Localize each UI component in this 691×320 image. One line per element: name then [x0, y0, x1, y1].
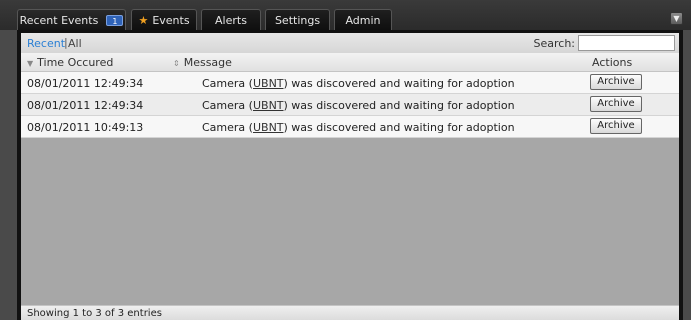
table-row: 08/01/2011 12:49:34 Camera (UBNT) was di… [21, 94, 679, 116]
archive-button[interactable]: Archive [590, 74, 642, 90]
device-link[interactable]: UBNT [253, 121, 284, 134]
filter-recent-link[interactable]: Recent [27, 37, 65, 50]
tab-label: Settings [274, 13, 321, 27]
sort-icon: ⇕ [173, 59, 180, 68]
events-panel: Recent | All Search: ▼ Time Occured ⇕ Mess… [17, 30, 683, 320]
tab-label: Recent Events [19, 13, 99, 27]
column-header-actions: Actions [592, 56, 633, 69]
count-badge: 1 [106, 14, 124, 26]
device-link[interactable]: UBNT [253, 99, 284, 112]
tab-recent-events[interactable]: Recent Events 1 [17, 9, 126, 30]
message-text: Camera ( [202, 99, 253, 112]
tab-label: Events [152, 13, 190, 27]
tab-label: Admin [345, 13, 381, 27]
message-text: Camera ( [202, 121, 253, 134]
message-cell: Camera (UBNT) was discovered and waiting… [202, 121, 515, 134]
table-footer: Showing 1 to 3 of 3 entries [21, 305, 679, 320]
filter-all-link[interactable]: All [68, 37, 82, 50]
entries-info: Showing 1 to 3 of 3 entries [27, 308, 162, 319]
archive-button[interactable]: Archive [590, 118, 642, 134]
time-cell: 08/01/2011 10:49:13 [27, 121, 144, 134]
message-cell: Camera (UBNT) was discovered and waiting… [202, 77, 515, 90]
message-text: Camera ( [202, 77, 253, 90]
time-cell: 08/01/2011 12:49:34 [27, 99, 144, 112]
star-icon: ★ [138, 13, 149, 27]
table-row: 08/01/2011 12:49:34 Camera (UBNT) was di… [21, 72, 679, 94]
tab-alerts[interactable]: Alerts [201, 9, 261, 30]
filter-bar: Recent | All Search: [21, 30, 679, 53]
message-text: ) was discovered and waiting for adoptio… [283, 77, 515, 90]
chevron-down-icon[interactable]: ▼ [670, 12, 683, 25]
table-header: ▼ Time Occured ⇕ Message Actions [21, 53, 679, 72]
message-cell: Camera (UBNT) was discovered and waiting… [202, 99, 515, 112]
archive-button[interactable]: Archive [590, 96, 642, 112]
tab-label: Alerts [215, 13, 247, 27]
sort-desc-icon: ▼ [27, 59, 34, 68]
message-text: ) was discovered and waiting for adoptio… [283, 99, 515, 112]
column-header-message[interactable]: ⇕ Message [173, 56, 232, 69]
column-header-label: Time Occured [37, 56, 114, 69]
time-cell: 08/01/2011 12:49:34 [27, 77, 144, 90]
device-link[interactable]: UBNT [253, 77, 284, 90]
column-header-time[interactable]: ▼ Time Occured [27, 56, 113, 69]
tab-settings[interactable]: Settings [265, 9, 330, 30]
table-row: 08/01/2011 10:49:13 Camera (UBNT) was di… [21, 116, 679, 138]
top-tab-bar: Recent Events 1 ★ Events Alerts Settings… [0, 0, 691, 30]
tab-events[interactable]: ★ Events [131, 9, 197, 30]
tab-admin[interactable]: Admin [334, 9, 392, 30]
search-label: Search: [533, 37, 576, 50]
search-input[interactable] [578, 35, 675, 51]
column-header-label: Message [183, 56, 232, 69]
message-text: ) was discovered and waiting for adoptio… [283, 121, 515, 134]
